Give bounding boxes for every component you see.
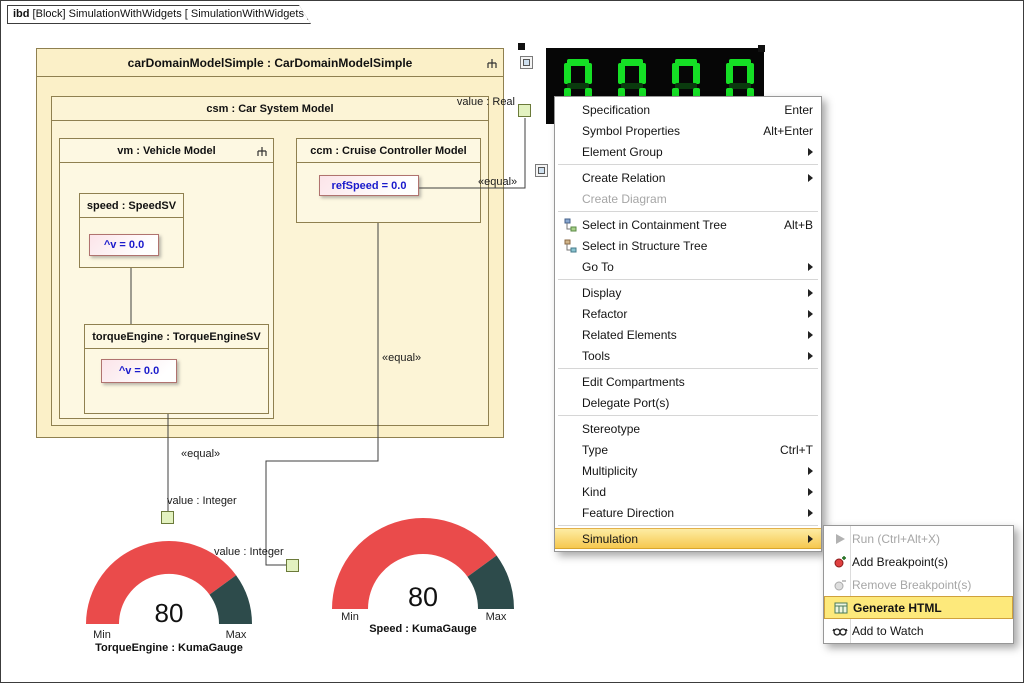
port-value-integer-2[interactable] xyxy=(286,559,299,572)
gauge-value: 80 xyxy=(155,598,184,628)
equal-stereotype-label[interactable]: «equal» xyxy=(181,448,220,460)
submenu-arrow-icon xyxy=(808,289,813,297)
submenu-arrow-icon xyxy=(808,488,813,496)
menu-item-type[interactable]: Type Ctrl+T xyxy=(555,439,821,460)
port-value-real[interactable] xyxy=(518,104,531,117)
menu-separator xyxy=(558,525,818,526)
menu-item-stereotype[interactable]: Stereotype xyxy=(555,418,821,439)
menu-item-specification[interactable]: Specification Enter xyxy=(555,99,821,120)
rake-icon xyxy=(256,145,268,157)
speed-value-box[interactable]: ^v = 0.0 xyxy=(89,234,159,256)
gauge-max-label: Max xyxy=(226,629,247,641)
rake-icon xyxy=(486,57,498,69)
menu-separator xyxy=(558,164,818,165)
menu-item-select-in-structure-tree[interactable]: Select in Structure Tree xyxy=(555,235,821,256)
speed-gauge[interactable]: 80 Min Max xyxy=(330,514,516,626)
menu-item-delegate-ports[interactable]: Delegate Port(s) xyxy=(555,392,821,413)
menu-separator xyxy=(558,279,818,280)
menu-item-create-relation[interactable]: Create Relation xyxy=(555,167,821,188)
equal-stereotype-label[interactable]: «equal» xyxy=(478,176,517,188)
block-speed-sv[interactable]: speed : SpeedSV xyxy=(79,193,184,268)
equal-stereotype-label[interactable]: «equal» xyxy=(382,352,421,364)
menu-item-simulation[interactable]: Simulation xyxy=(555,528,821,549)
submenu-arrow-icon xyxy=(808,535,813,543)
simulation-submenu: Run (Ctrl+Alt+X) Add Breakpoint(s) Remov… xyxy=(823,525,1014,644)
selection-handle[interactable] xyxy=(518,43,525,50)
add-to-watch-icon xyxy=(828,624,852,638)
structure-tree-icon xyxy=(560,239,582,253)
submenu-item-remove-breakpoints[interactable]: Remove Breakpoint(s) xyxy=(824,573,1013,596)
block-cruise-controller-model-title: ccm : Cruise Controller Model xyxy=(310,145,466,157)
port-value-integer-1[interactable] xyxy=(161,511,174,524)
menu-item-multiplicity[interactable]: Multiplicity xyxy=(555,460,821,481)
submenu-arrow-icon xyxy=(808,174,813,182)
torque-gauge-title: TorqueEngine : KumaGauge xyxy=(84,642,254,654)
submenu-item-generate-html[interactable]: Generate HTML xyxy=(824,596,1013,619)
submenu-item-run[interactable]: Run (Ctrl+Alt+X) xyxy=(824,527,1013,550)
menu-item-related-elements[interactable]: Related Elements xyxy=(555,324,821,345)
port-label-value-real[interactable]: value : Real xyxy=(447,96,515,108)
ref-speed-value-box[interactable]: refSpeed = 0.0 xyxy=(319,175,419,196)
menu-separator xyxy=(558,211,818,212)
torque-value-box[interactable]: ^v = 0.0 xyxy=(101,359,177,383)
port-label-value-integer-1[interactable]: value : Integer xyxy=(167,495,237,507)
speed-value: ^v = 0.0 xyxy=(104,239,144,251)
menu-item-kind[interactable]: Kind xyxy=(555,481,821,502)
run-icon xyxy=(828,533,852,545)
menu-item-go-to[interactable]: Go To xyxy=(555,256,821,277)
smart-manipulator-icon[interactable] xyxy=(535,164,548,177)
block-vehicle-model-title: vm : Vehicle Model xyxy=(117,145,215,157)
port-label-value-integer-2[interactable]: value : Integer xyxy=(214,546,284,558)
block-car-system-model-title: csm : Car System Model xyxy=(206,103,333,115)
submenu-arrow-icon xyxy=(808,310,813,318)
diagram-tab-label: [Block] SimulationWithWidgets [ Simulati… xyxy=(30,8,311,20)
submenu-arrow-icon xyxy=(808,352,813,360)
menu-separator xyxy=(558,368,818,369)
ref-speed-value: refSpeed = 0.0 xyxy=(332,180,407,192)
block-torque-engine-sv-title: torqueEngine : TorqueEngineSV xyxy=(92,331,260,343)
diagram-tab[interactable]: ibd [Block] SimulationWithWidgets [ Simu… xyxy=(7,5,311,24)
submenu-arrow-icon xyxy=(808,509,813,517)
menu-item-display[interactable]: Display xyxy=(555,282,821,303)
generate-html-icon xyxy=(829,601,853,615)
remove-breakpoint-icon xyxy=(828,578,852,592)
block-car-domain-model-title: carDomainModelSimple : CarDomainModelSim… xyxy=(128,56,413,70)
menu-item-refactor[interactable]: Refactor xyxy=(555,303,821,324)
smart-manipulator-icon[interactable] xyxy=(520,56,533,69)
context-menu: Specification Enter Symbol Properties Al… xyxy=(554,96,822,552)
submenu-item-add-breakpoints[interactable]: Add Breakpoint(s) xyxy=(824,550,1013,573)
selection-handle[interactable] xyxy=(758,45,765,52)
speed-gauge-title: Speed : KumaGauge xyxy=(330,623,516,635)
gauge-min-label: Min xyxy=(341,611,359,623)
diagram-canvas: ibd [Block] SimulationWithWidgets [ Simu… xyxy=(0,0,1024,683)
submenu-item-add-to-watch[interactable]: Add to Watch xyxy=(824,619,1013,642)
menu-separator xyxy=(558,415,818,416)
menu-item-select-in-containment-tree[interactable]: Select in Containment Tree Alt+B xyxy=(555,214,821,235)
menu-item-symbol-properties[interactable]: Symbol Properties Alt+Enter xyxy=(555,120,821,141)
submenu-arrow-icon xyxy=(808,331,813,339)
menu-item-create-diagram[interactable]: Create Diagram xyxy=(555,188,821,209)
menu-item-element-group[interactable]: Element Group xyxy=(555,141,821,162)
submenu-arrow-icon xyxy=(808,148,813,156)
submenu-arrow-icon xyxy=(808,467,813,475)
menu-item-feature-direction[interactable]: Feature Direction xyxy=(555,502,821,523)
gauge-value: 80 xyxy=(408,582,438,612)
menu-item-tools[interactable]: Tools xyxy=(555,345,821,366)
torque-value: ^v = 0.0 xyxy=(119,365,159,377)
gauge-max-label: Max xyxy=(486,611,507,623)
containment-tree-icon xyxy=(560,218,582,232)
gauge-min-label: Min xyxy=(93,629,111,641)
add-breakpoint-icon xyxy=(828,555,852,569)
submenu-arrow-icon xyxy=(808,263,813,271)
block-speed-sv-title: speed : SpeedSV xyxy=(87,200,176,212)
menu-item-edit-compartments[interactable]: Edit Compartments xyxy=(555,371,821,392)
diagram-tab-kind: ibd xyxy=(13,8,30,20)
